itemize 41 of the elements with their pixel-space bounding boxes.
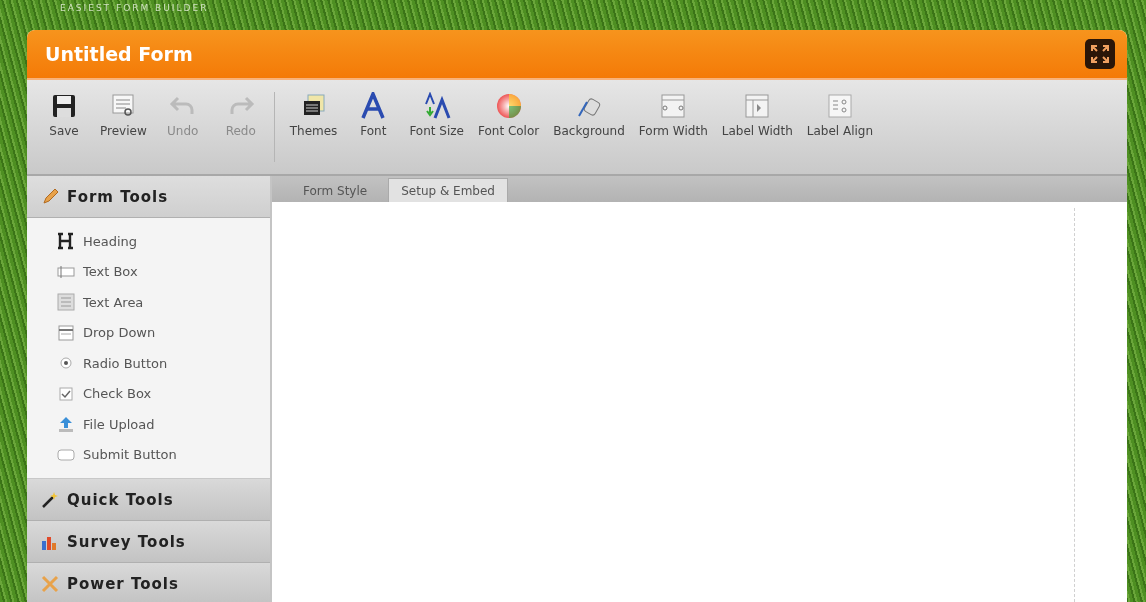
maximize-button[interactable] [1085, 39, 1115, 69]
color-wheel-icon [494, 92, 523, 120]
toolbar-button[interactable]: Preview [93, 92, 154, 138]
toolbar-button[interactable]: Themes [282, 92, 345, 138]
toolbar-button[interactable]: Background [546, 92, 632, 138]
font-size-icon [422, 92, 451, 120]
toolbar-button[interactable]: Label Align [799, 92, 881, 138]
toolbar-button[interactable]: Form Width [631, 92, 715, 138]
toolbar-button[interactable]: Font [344, 92, 403, 138]
tool-item[interactable]: Text Area [57, 287, 270, 318]
toolbar-button[interactable]: Font Size [402, 92, 471, 138]
tool-item[interactable]: Submit Button [57, 439, 270, 470]
window-title: Untitled Form [45, 43, 193, 65]
letter-h-icon [57, 232, 75, 251]
toolbar-button[interactable]: Label Width [714, 92, 800, 138]
tool-item[interactable]: Text Box [57, 256, 270, 287]
tool-item[interactable]: Drop Down [57, 317, 270, 348]
form-width-icon [659, 92, 688, 120]
tool-item[interactable]: Heading [57, 226, 270, 257]
tool-item[interactable]: File Upload [57, 409, 270, 440]
magic-wand-icon [41, 490, 59, 509]
text-area-icon [57, 293, 75, 312]
label-width-icon [743, 92, 772, 120]
checkbox-icon [57, 384, 75, 403]
dropdown-icon [57, 323, 75, 342]
tab[interactable]: Form Style [290, 178, 381, 202]
expand-icon [1090, 44, 1110, 64]
label-align-icon [825, 92, 854, 120]
crossed-tools-icon [41, 574, 59, 593]
tool-item[interactable]: Radio Button [57, 348, 270, 379]
tab[interactable]: Setup & Embed [388, 178, 508, 202]
sidebar-section-header[interactable]: Form Tools [27, 176, 270, 218]
upload-icon [57, 415, 75, 434]
sidebar-section-header[interactable]: Survey Tools [27, 521, 270, 563]
brand-tagline: EASIEST FORM BUILDER [60, 2, 209, 14]
toolbar-button[interactable]: Save [35, 92, 93, 138]
toolbar-button[interactable]: Font Color [470, 92, 547, 138]
sidebar-section-header[interactable]: Quick Tools [27, 479, 270, 521]
pencil-icon [41, 187, 59, 206]
tool-item[interactable]: Check Box [57, 378, 270, 409]
sidebar-section-header[interactable]: Power Tools [27, 563, 270, 602]
